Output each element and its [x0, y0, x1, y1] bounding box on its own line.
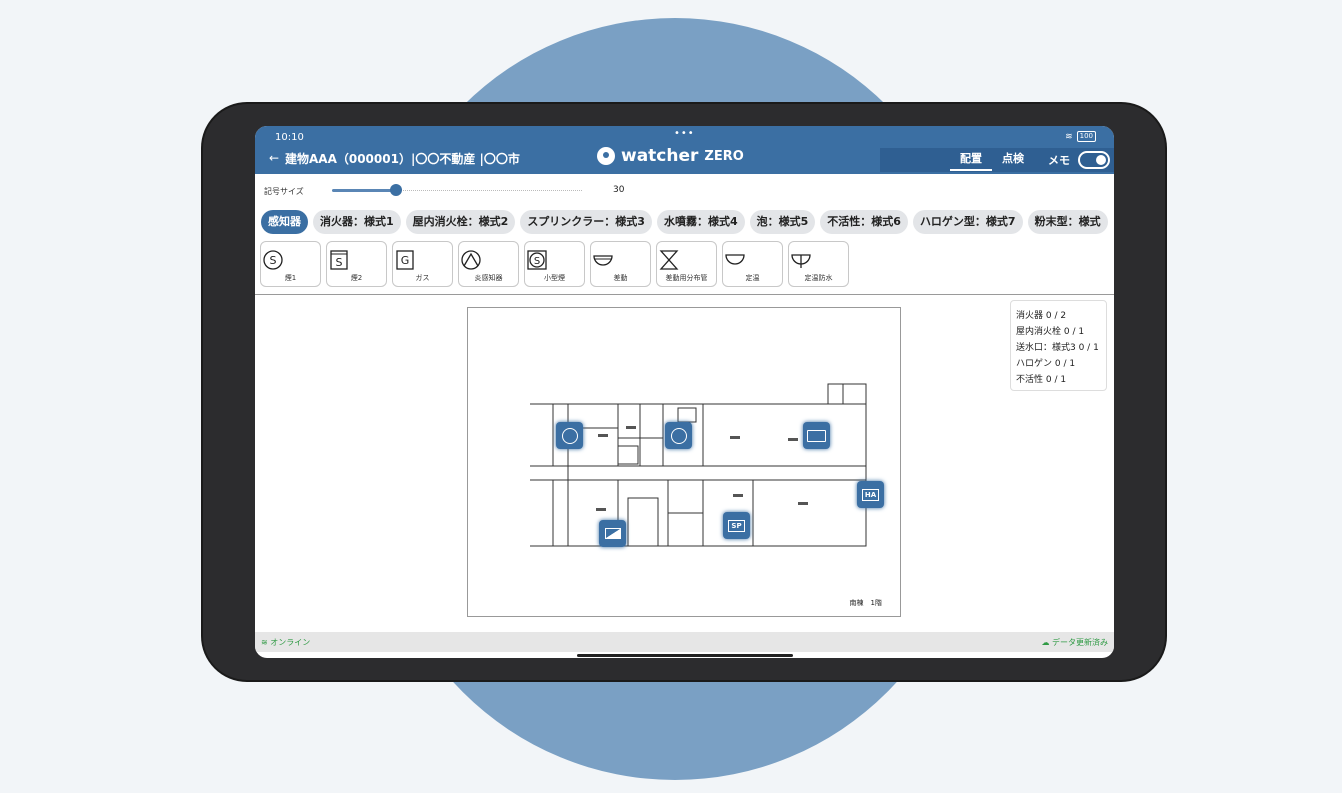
distribution-tube-icon — [659, 250, 679, 270]
category-chip[interactable]: ハロゲン型：様式7 — [912, 210, 1023, 234]
sprinkler-marker-label: SP — [728, 519, 745, 532]
small-smoke-detector-icon: S — [527, 250, 547, 270]
inspection-count-panel: 消火器 0 / 2 屋内消火栓 0 / 1 送水口：様式3 0 / 1 ハロゲン… — [1010, 300, 1107, 391]
count-item: 不活性 0 / 1 — [1016, 375, 1067, 385]
halon-marker-label: HA — [861, 488, 880, 501]
circle-marker-icon — [670, 427, 687, 444]
cloud-check-icon: ☁ — [1041, 638, 1052, 647]
category-chip[interactable]: 消火器：様式1 — [313, 210, 401, 234]
back-arrow-icon[interactable]: ← — [269, 151, 279, 165]
sync-label: データ更新済み — [1052, 638, 1108, 647]
symbol-differential[interactable]: 差動 — [590, 241, 651, 287]
count-item: 屋内消火栓 0 / 1 — [1016, 327, 1085, 337]
diagonal-marker-icon — [604, 528, 621, 539]
category-chip[interactable]: 水噴霧：様式4 — [656, 210, 745, 234]
floorplan-marker[interactable] — [803, 422, 830, 449]
floorplan-marker[interactable]: SP — [723, 512, 750, 539]
floorplan-marker[interactable]: HA — [857, 481, 884, 508]
symbol-label: 炎感知器 — [474, 274, 503, 282]
symbol-label: 定温 — [745, 274, 760, 282]
memo-label: メモ — [1048, 154, 1070, 167]
symbol-distribution-tube[interactable]: 差動用分布管 — [656, 241, 717, 287]
symbol-size-label: 記号サイズ — [264, 187, 304, 196]
size-slider-thumb[interactable] — [390, 184, 402, 196]
tab-placement[interactable]: 配置 — [950, 149, 992, 171]
symbol-smoke-1[interactable]: S 煙1 — [260, 241, 321, 287]
differential-detector-icon — [593, 255, 613, 266]
floorplan-marker[interactable] — [665, 422, 692, 449]
count-item: 消火器 0 / 2 — [1016, 311, 1067, 321]
category-tabs: 感知器 消火器：様式1 屋内消火栓：様式2 スプリンクラー：様式3 水噴霧：様式… — [261, 210, 1108, 234]
svg-text:S: S — [534, 256, 540, 267]
online-label: オンライン — [270, 638, 311, 647]
symbol-label: 煙2 — [350, 274, 363, 282]
category-chip[interactable]: 感知器 — [261, 210, 308, 234]
online-status: ≋ オンライン — [261, 637, 310, 648]
size-slider-fill — [332, 189, 398, 192]
floorplan-drawing — [530, 383, 867, 547]
wifi-icon: ≋ — [261, 638, 271, 647]
logo-suffix: ZERO — [704, 148, 744, 164]
svg-text:S: S — [336, 256, 343, 269]
app-screen: 10:10 ••• ≋ 100 ← 建物AAA（000001）|〇〇不動産 |〇… — [255, 126, 1114, 658]
symbol-size-row: 記号サイズ 30 — [255, 174, 1114, 204]
symbol-small-smoke[interactable]: S 小型煙 — [524, 241, 585, 287]
count-item: ハロゲン 0 / 1 — [1016, 359, 1076, 369]
category-chip[interactable]: スプリンクラー：様式3 — [520, 210, 652, 234]
category-chip[interactable]: 不活性：様式6 — [820, 210, 908, 234]
floorplan-marker[interactable] — [556, 422, 583, 449]
multitask-dots[interactable]: ••• — [674, 128, 695, 139]
waterproof-fixed-temperature-icon — [791, 254, 811, 268]
symbol-label: ガス — [415, 274, 430, 282]
svg-text:G: G — [401, 254, 410, 267]
symbol-label: 煙1 — [284, 274, 297, 282]
symbol-size-value: 30 — [613, 185, 625, 195]
wifi-icon: ≋ — [1065, 131, 1073, 142]
home-indicator[interactable] — [577, 654, 793, 657]
symbol-fixed-temp-waterproof[interactable]: 定温防水 — [788, 241, 849, 287]
floor-caption: 南棟 1階 — [849, 599, 882, 607]
gas-detector-icon: G — [396, 250, 414, 270]
app-logo: watcher ZERO — [597, 146, 744, 166]
logo-text: watcher — [621, 146, 699, 166]
divider — [255, 294, 1114, 295]
memo-toggle[interactable] — [1078, 151, 1110, 169]
rect-marker-icon — [807, 429, 826, 442]
count-item: 送水口：様式3 0 / 1 — [1016, 343, 1099, 353]
symbol-label: 差動 — [613, 274, 628, 282]
tablet-frame: 10:10 ••• ≋ 100 ← 建物AAA（000001）|〇〇不動産 |〇… — [203, 104, 1165, 680]
category-chip[interactable]: 屋内消火栓：様式2 — [405, 210, 516, 234]
tab-inspection[interactable]: 点検 — [992, 149, 1034, 171]
breadcrumb: 建物AAA（000001）|〇〇不動産 |〇〇市 — [285, 152, 520, 166]
status-time: 10:10 — [275, 132, 304, 143]
floorplan-canvas[interactable]: HA SP 南棟 1階 — [467, 307, 901, 617]
category-chip[interactable]: 泡：様式5 — [749, 210, 816, 234]
battery-icon: 100 — [1076, 131, 1096, 142]
smoke-detector-1-icon: S — [263, 250, 283, 270]
symbol-gas[interactable]: G ガス — [392, 241, 453, 287]
floorplan-marker[interactable] — [599, 520, 626, 547]
smoke-detector-2-icon: S — [330, 250, 348, 270]
symbol-label: 小型煙 — [544, 274, 565, 282]
symbol-label: 差動用分布管 — [665, 274, 708, 282]
symbol-flame[interactable]: 炎感知器 — [458, 241, 519, 287]
symbol-label: 定温防水 — [804, 274, 833, 282]
svg-text:S: S — [270, 254, 277, 267]
fixed-temperature-icon — [725, 254, 745, 265]
app-header: 10:10 ••• ≋ 100 ← 建物AAA（000001）|〇〇不動産 |〇… — [255, 126, 1114, 174]
circle-marker-icon — [561, 427, 578, 444]
category-chip[interactable]: 粉末型：様式 — [1027, 210, 1108, 234]
symbol-fixed-temp[interactable]: 定温 — [722, 241, 783, 287]
header-nav: 配置 点検 メモ — [880, 148, 1114, 172]
flame-detector-icon — [461, 250, 481, 270]
status-icons: ≋ 100 — [1065, 131, 1096, 142]
symbol-palette: S 煙1 S 煙2 G ガス 炎感知器 S 小型煙 差動 差動用分布管 定温 定… — [260, 241, 849, 287]
logo-pin-icon — [597, 147, 615, 165]
symbol-smoke-2[interactable]: S 煙2 — [326, 241, 387, 287]
status-footer: ≋ オンライン ☁ データ更新済み — [255, 632, 1114, 652]
sync-status: ☁ データ更新済み — [1041, 637, 1108, 648]
